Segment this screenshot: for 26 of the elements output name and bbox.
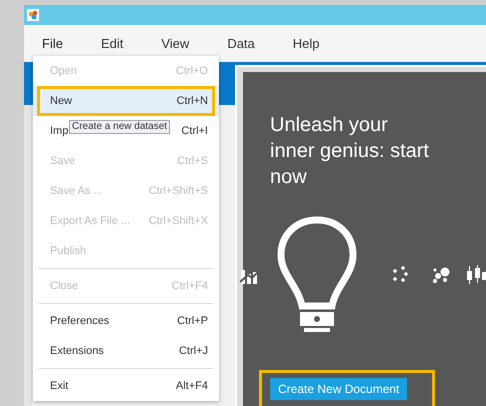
shortcut-text: Ctrl+S (177, 154, 208, 169)
menu-option[interactable]: Preferences (50, 312, 110, 330)
box-plot-icon (466, 265, 486, 285)
tooltip: Create a new dataset (69, 120, 170, 134)
menu-option[interactable]: Extensions (50, 342, 104, 360)
menu-option[interactable]: Exit (50, 378, 68, 394)
menu-item[interactable]: File (42, 34, 63, 54)
lightbulb-icon (276, 216, 358, 334)
shortcut-text: Ctrl+J (178, 344, 208, 359)
welcome-headline: Unleash your inner genius: start now (270, 113, 430, 190)
shortcut-text: Ctrl+P (177, 314, 208, 329)
shortcut-text: Ctrl+Shift+X (148, 214, 208, 229)
menu-option[interactable]: Imp (50, 122, 68, 140)
shortcut-text: Ctrl+O (176, 64, 208, 79)
shortcut-text: Ctrl+F4 (172, 278, 208, 294)
shortcut-text: Alt+F4 (176, 378, 208, 394)
menu-item[interactable]: Edit (100, 34, 124, 54)
app-logo-icon (27, 9, 39, 21)
sparkle-icon (390, 266, 410, 284)
menu-option[interactable]: New Ctrl+N (33, 86, 219, 116)
menu-item[interactable]: Data (227, 34, 255, 54)
scatter-dots-icon (432, 267, 450, 283)
shortcut-text: Ctrl+I (181, 124, 208, 139)
menu-item[interactable]: View (161, 34, 190, 54)
shortcut-text: Ctrl+Shift+S (148, 184, 208, 199)
menu-item[interactable]: Help (292, 34, 320, 54)
